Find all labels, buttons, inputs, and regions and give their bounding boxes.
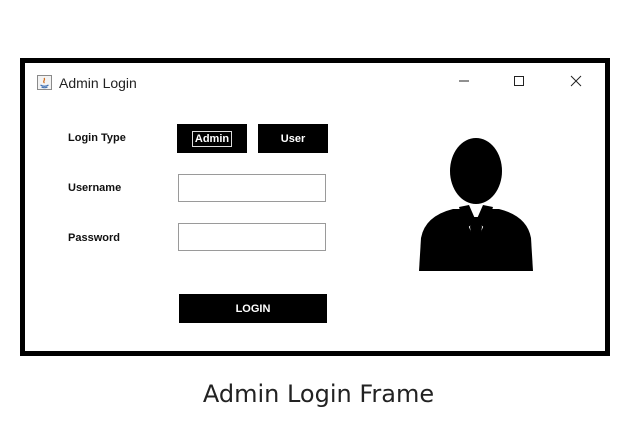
user-type-button[interactable]: User bbox=[258, 124, 328, 153]
maximize-button[interactable] bbox=[504, 69, 534, 93]
title-bar: Admin Login bbox=[25, 63, 605, 101]
password-field[interactable] bbox=[178, 223, 326, 251]
minimize-button[interactable] bbox=[449, 69, 479, 93]
login-button[interactable]: LOGIN bbox=[179, 294, 327, 323]
window-title: Admin Login bbox=[59, 75, 137, 91]
username-label: Username bbox=[68, 182, 122, 194]
password-label: Password bbox=[68, 232, 120, 244]
user-avatar-icon bbox=[419, 138, 533, 271]
minimize-icon bbox=[459, 80, 469, 82]
login-type-label: Login Type bbox=[68, 132, 126, 144]
username-field[interactable] bbox=[178, 174, 326, 202]
close-button[interactable] bbox=[561, 69, 591, 93]
admin-type-button[interactable]: Admin bbox=[177, 124, 247, 153]
close-icon bbox=[570, 75, 582, 87]
figure-caption: Admin Login Frame bbox=[202, 380, 435, 408]
admin-type-label: Admin bbox=[191, 130, 233, 147]
admin-login-window: Admin Login Login Type Admin User Userna… bbox=[20, 58, 610, 356]
java-app-icon bbox=[37, 75, 52, 90]
maximize-icon bbox=[514, 76, 524, 86]
